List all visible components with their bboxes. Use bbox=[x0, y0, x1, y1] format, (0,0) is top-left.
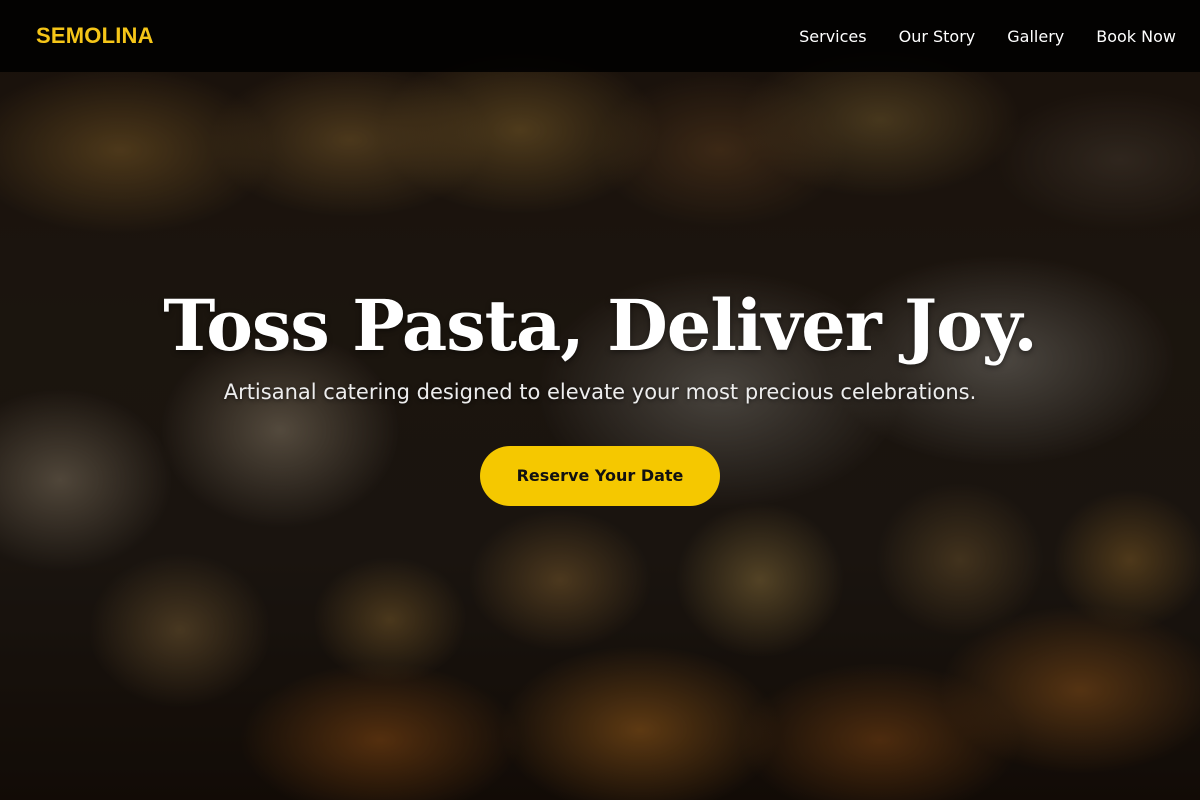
hero-content: Toss Pasta, Deliver Joy. Artisanal cater… bbox=[0, 282, 1200, 506]
nav-item: Book Now bbox=[1096, 27, 1176, 46]
brand-logo[interactable]: SEMOLINA bbox=[36, 23, 154, 49]
reserve-date-button[interactable]: Reserve Your Date bbox=[480, 446, 720, 506]
nav-link-book-now[interactable]: Book Now bbox=[1096, 27, 1176, 46]
nav-item: Gallery bbox=[1007, 27, 1064, 46]
hero-subtitle: Artisanal catering designed to elevate y… bbox=[223, 380, 977, 404]
top-navbar: SEMOLINA Services Our Story Gallery Book… bbox=[0, 0, 1200, 72]
nav-links: Services Our Story Gallery Book Now bbox=[799, 27, 1176, 46]
nav-link-services[interactable]: Services bbox=[799, 27, 866, 46]
nav-link-gallery[interactable]: Gallery bbox=[1007, 27, 1064, 46]
nav-link-our-story[interactable]: Our Story bbox=[899, 27, 976, 46]
main-nav: Services Our Story Gallery Book Now bbox=[799, 27, 1176, 46]
hero-title: Toss Pasta, Deliver Joy. bbox=[163, 284, 1038, 367]
nav-item: Our Story bbox=[899, 27, 976, 46]
nav-item: Services bbox=[799, 27, 866, 46]
